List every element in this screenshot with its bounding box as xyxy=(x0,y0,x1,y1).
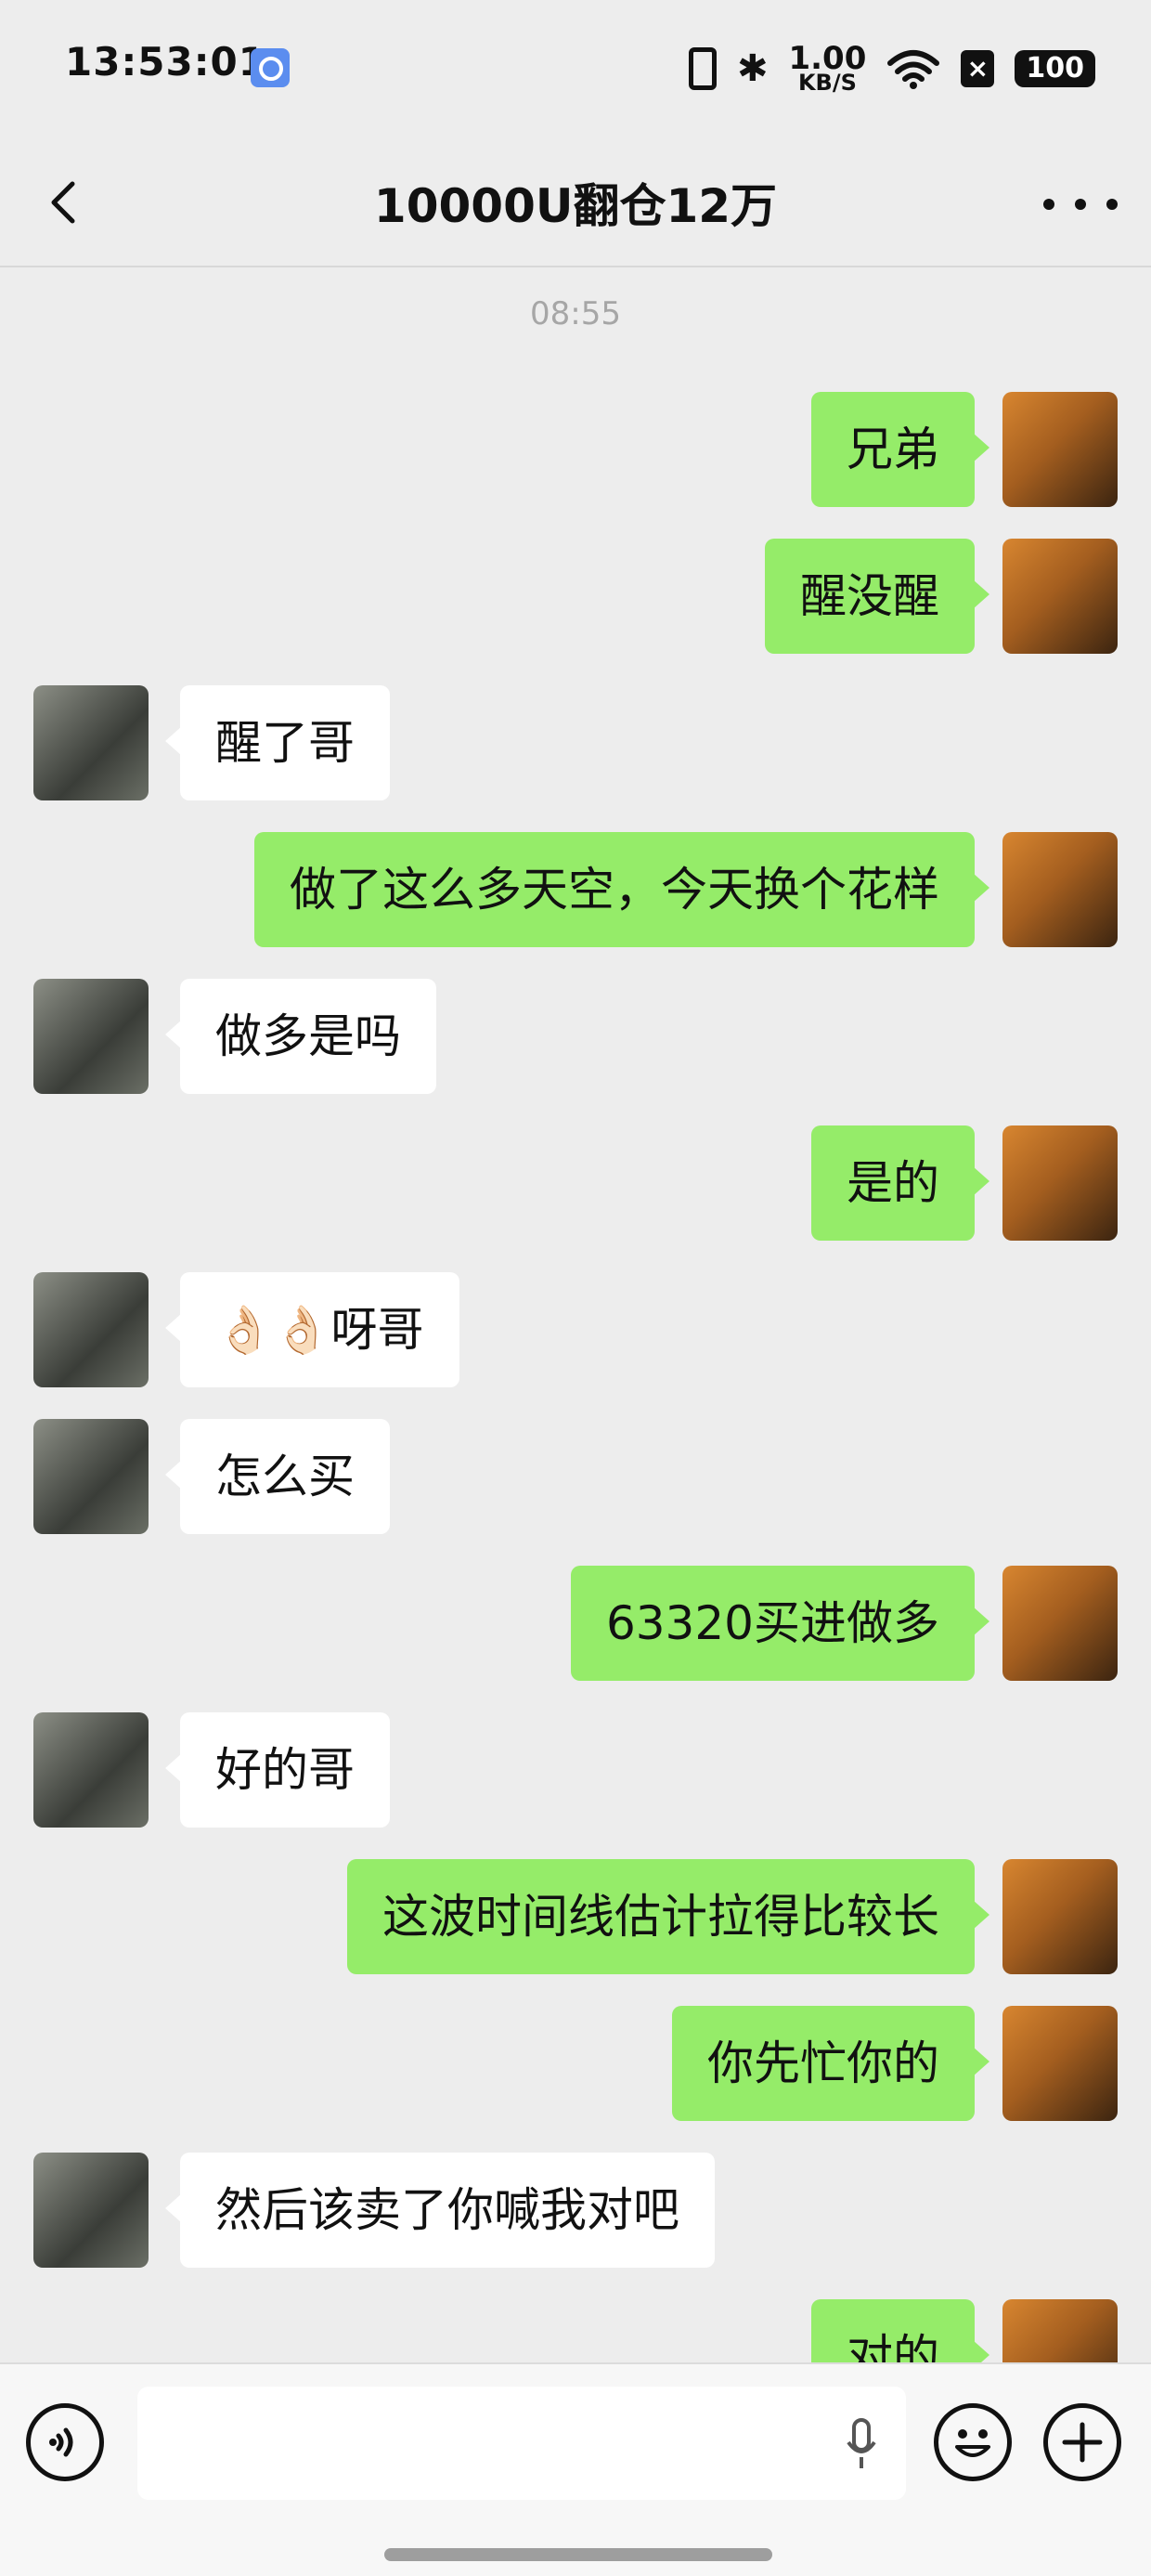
app-notification-icon xyxy=(251,48,290,87)
message-bubble[interactable]: 醒了哥 xyxy=(165,685,390,800)
incoming-message: 然后该卖了你喊我对吧 xyxy=(0,2153,1151,2268)
network-speed: 1.00 KB/S xyxy=(788,40,867,96)
outgoing-message: 做了这么多天空，今天换个花样 xyxy=(0,832,1151,947)
contact-avatar[interactable] xyxy=(33,1712,149,1828)
my-avatar[interactable] xyxy=(1002,832,1118,947)
message-bubble[interactable]: 你先忙你的 xyxy=(672,2006,989,2121)
dot xyxy=(1043,199,1054,210)
message-bubble[interactable]: 醒没醒 xyxy=(765,539,989,654)
contact-avatar[interactable] xyxy=(33,685,149,800)
battery-icon: 100 xyxy=(1015,50,1095,87)
dot xyxy=(1075,199,1086,210)
my-avatar[interactable] xyxy=(1002,1859,1118,1974)
contact-avatar[interactable] xyxy=(33,979,149,1094)
message-bubble[interactable]: 好的哥 xyxy=(165,1712,390,1828)
microphone-icon[interactable] xyxy=(845,2418,878,2470)
contact-avatar[interactable] xyxy=(33,2153,149,2268)
message-bubble[interactable]: 63320买进做多 xyxy=(570,1566,990,1681)
message-list[interactable]: 08:55 兄弟醒没醒醒了哥做了这么多天空，今天换个花样做多是吗是的 👌🏻👌🏻呀哥… xyxy=(0,267,1151,2362)
status-icons: ✱ 1.00 KB/S × 100 xyxy=(688,40,1095,97)
incoming-message: 好的哥 xyxy=(0,1712,1151,1828)
message-input[interactable] xyxy=(137,2387,906,2500)
input-bar xyxy=(0,2362,1151,2576)
message-bubble[interactable]: 对的 xyxy=(811,2299,989,2362)
incoming-message: 👌🏻👌🏻呀哥 xyxy=(0,1272,1151,1387)
contact-avatar[interactable] xyxy=(33,1272,149,1387)
chat-title: 10000U翻仓12万 xyxy=(373,179,778,233)
status-bar: 13:53:01 ✱ 1.00 KB/S × 100 xyxy=(0,0,1151,139)
outgoing-message: 63320买进做多 xyxy=(0,1566,1151,1681)
my-avatar[interactable] xyxy=(1002,1125,1118,1241)
message-bubble[interactable]: 👌🏻👌🏻呀哥 xyxy=(165,1272,459,1387)
message-bubble[interactable]: 是的 xyxy=(811,1125,989,1241)
incoming-message: 醒了哥 xyxy=(0,685,1151,800)
dot xyxy=(1106,199,1118,210)
message-bubble[interactable]: 做了这么多天空，今天换个花样 xyxy=(254,832,989,947)
my-avatar[interactable] xyxy=(1002,392,1118,507)
outgoing-message: 兄弟 xyxy=(0,392,1151,507)
contact-avatar[interactable] xyxy=(33,1419,149,1534)
message-bubble[interactable]: 兄弟 xyxy=(811,392,989,507)
outgoing-message: 醒没醒 xyxy=(0,539,1151,654)
status-time: 13:53:01 xyxy=(65,39,266,85)
outgoing-message: 是的 xyxy=(0,1125,1151,1241)
my-avatar[interactable] xyxy=(1002,539,1118,654)
plus-icon[interactable] xyxy=(1043,2403,1121,2481)
message-bubble[interactable]: 这波时间线估计拉得比较长 xyxy=(347,1859,989,1974)
chat-header: 10000U翻仓12万 xyxy=(0,139,1151,267)
close-box-icon: × xyxy=(961,50,995,87)
message-timestamp: 08:55 xyxy=(530,295,621,332)
outgoing-message: 对的 xyxy=(0,2299,1151,2362)
message-bubble[interactable]: 怎么买 xyxy=(165,1419,390,1534)
message-bubble[interactable]: 然后该卖了你喊我对吧 xyxy=(165,2153,715,2268)
network-speed-value: 1.00 xyxy=(788,40,867,77)
wifi-icon xyxy=(887,50,940,89)
outgoing-message: 你先忙你的 xyxy=(0,2006,1151,2121)
voice-toggle-icon[interactable] xyxy=(26,2403,104,2481)
bluetooth-icon: ✱ xyxy=(736,47,769,90)
more-dots-icon[interactable] xyxy=(1043,186,1118,223)
home-indicator[interactable] xyxy=(384,2548,772,2561)
emoji-icon[interactable] xyxy=(934,2403,1012,2481)
incoming-message: 做多是吗 xyxy=(0,979,1151,1094)
outgoing-message: 这波时间线估计拉得比较长 xyxy=(0,1859,1151,1974)
my-avatar[interactable] xyxy=(1002,1566,1118,1681)
incoming-message: 怎么买 xyxy=(0,1419,1151,1534)
my-avatar[interactable] xyxy=(1002,2299,1118,2362)
vibrate-icon xyxy=(688,47,717,90)
network-speed-unit: KB/S xyxy=(797,70,857,96)
message-bubble[interactable]: 做多是吗 xyxy=(165,979,436,1094)
my-avatar[interactable] xyxy=(1002,2006,1118,2121)
